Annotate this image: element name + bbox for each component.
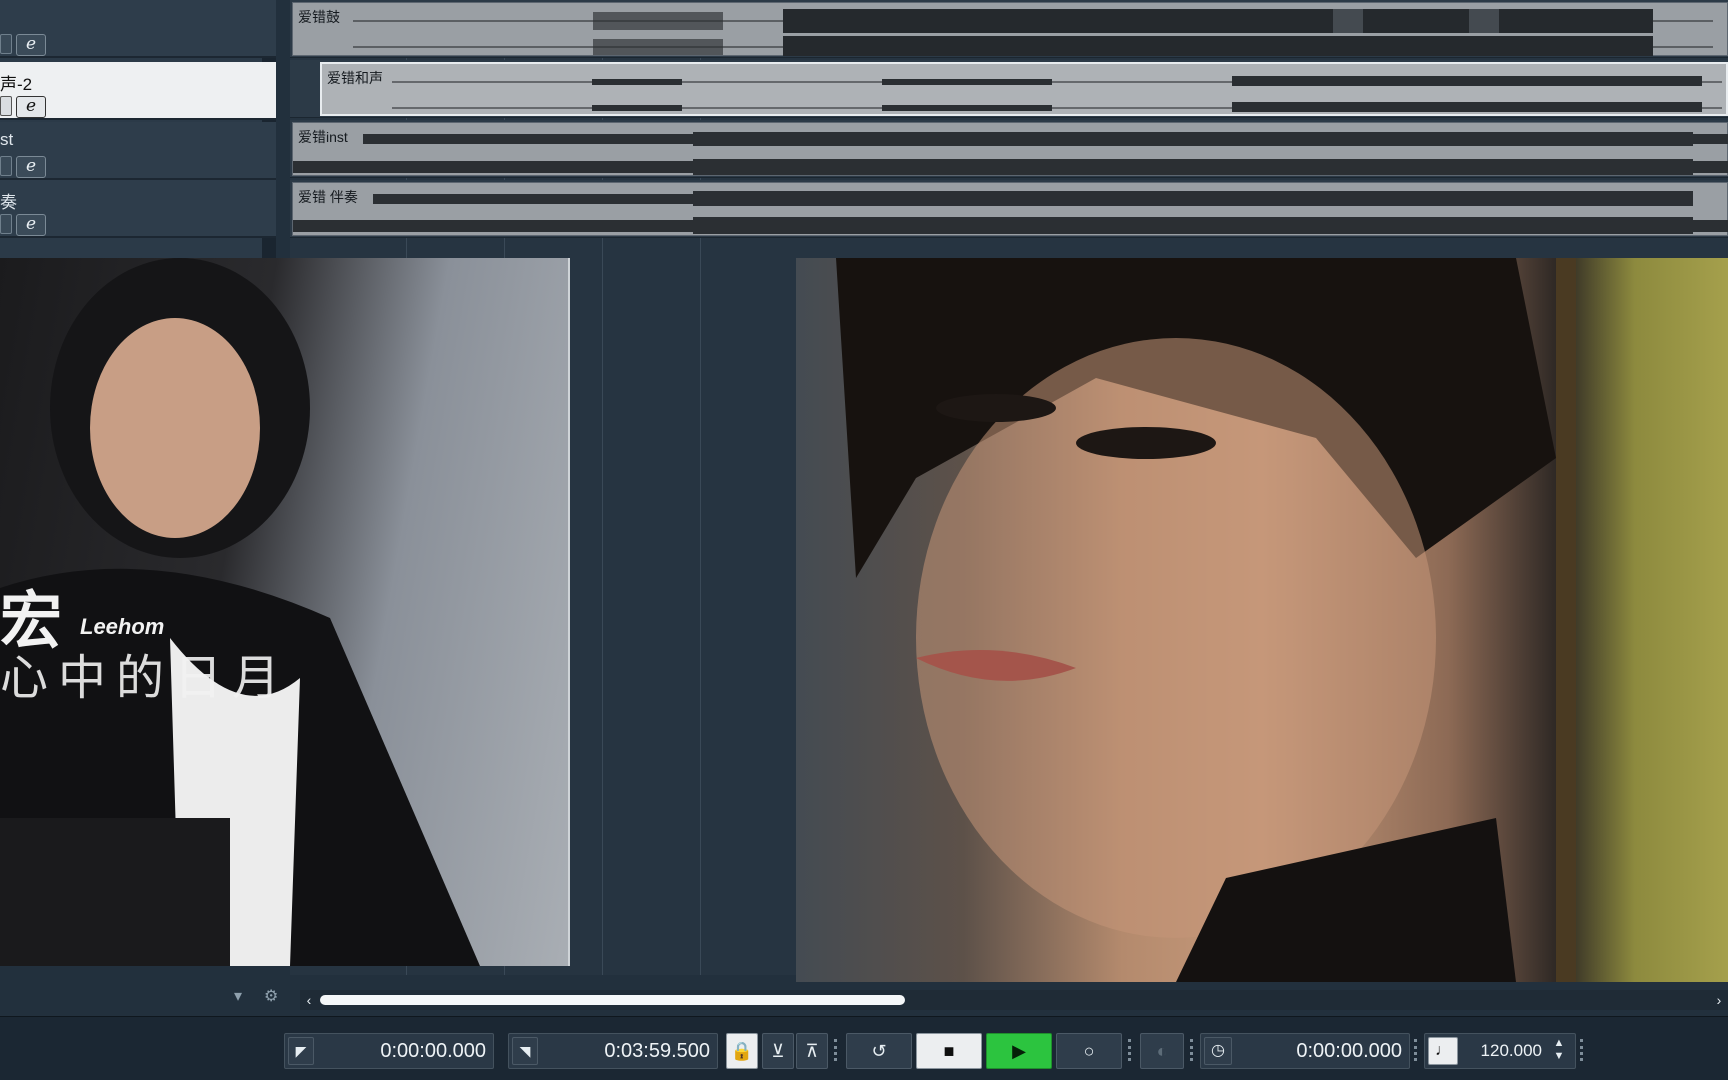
track-header-drums[interactable]: e xyxy=(0,0,276,58)
tempo-icon[interactable]: ♩ xyxy=(1428,1037,1458,1065)
track-buttons: e xyxy=(0,156,46,178)
left-locator-time: 0:00:00.000 xyxy=(380,1040,486,1062)
track-name: 声-2 xyxy=(0,75,33,94)
track-buttons: e xyxy=(0,96,46,118)
scroll-left-arrow-icon[interactable]: ‹ xyxy=(300,990,318,1010)
track-name: st xyxy=(0,130,14,149)
edit-button[interactable]: e xyxy=(16,96,46,118)
auto-return-icon[interactable]: ◐ xyxy=(1140,1033,1184,1069)
audio-clip[interactable]: 爱错鼓 xyxy=(292,2,1728,56)
clip-name: 爱错和声 xyxy=(327,70,383,86)
track-toggle-button[interactable] xyxy=(0,34,12,54)
track-toggle-button[interactable] xyxy=(0,156,12,176)
track-list: e 声-2 e st e 奏 e xyxy=(0,0,276,258)
right-locator-icon[interactable]: ◥ xyxy=(512,1037,538,1065)
scroll-right-arrow-icon[interactable]: › xyxy=(1710,990,1728,1010)
grip-handle[interactable] xyxy=(1128,1039,1131,1061)
lock-icon[interactable]: 🔒 xyxy=(726,1033,758,1069)
track-header-harmony[interactable]: 声-2 e xyxy=(0,62,276,120)
waveform xyxy=(392,76,1722,112)
clip-name: 爱错 伴奏 xyxy=(298,189,358,205)
waveform xyxy=(293,191,1728,234)
edit-button[interactable]: e xyxy=(16,214,46,236)
album-title: 心中的日月 xyxy=(0,650,291,706)
right-locator-time: 0:03:59.500 xyxy=(604,1040,710,1062)
audio-clip[interactable]: 爱错 伴奏 xyxy=(292,182,1728,236)
edit-button[interactable]: e xyxy=(16,34,46,56)
punch-in-icon[interactable]: ⊻ xyxy=(762,1033,794,1069)
dropdown-arrow-icon[interactable]: ▾ xyxy=(234,986,242,1006)
stop-icon[interactable]: ■ xyxy=(916,1033,982,1069)
track-toggle-button[interactable] xyxy=(0,214,12,234)
punch-out-icon[interactable]: ⊼ xyxy=(796,1033,828,1069)
horizontal-scrollbar[interactable]: ‹ › xyxy=(300,990,1728,1010)
clip-name: 爱错鼓 xyxy=(298,9,340,25)
corner-tools: ▾ ⚙ xyxy=(230,986,290,1010)
transport-bar: ◤ 0:00:00.000 ◥ 0:03:59.500 🔒 ⊻ ⊼ ↺ ■ ▶ … xyxy=(0,1016,1728,1080)
track-header-inst[interactable]: st e xyxy=(0,122,276,180)
edit-button[interactable]: e xyxy=(16,156,46,178)
play-icon[interactable]: ▶ xyxy=(986,1033,1052,1069)
track-name: 奏 xyxy=(0,193,17,212)
portrait-illustration xyxy=(836,258,1576,982)
daw-window: e 声-2 e st e 奏 e 爱错鼓 爱错和声 爱错inst 爱错 伴奏 宏… xyxy=(0,0,1728,1080)
loop-icon[interactable]: ↺ xyxy=(846,1033,912,1069)
artist-portrait-photo xyxy=(796,258,1728,982)
track-buttons: e xyxy=(0,214,46,236)
record-icon[interactable]: ○ xyxy=(1056,1033,1122,1069)
grip-handle[interactable] xyxy=(1190,1039,1193,1061)
portrait-illustration xyxy=(0,258,480,966)
audio-clip[interactable]: 爱错inst xyxy=(292,122,1728,176)
scroll-thumb[interactable] xyxy=(320,995,905,1005)
waveform xyxy=(293,132,1728,175)
artist-english-title: Leehom xyxy=(80,614,165,639)
gear-icon[interactable]: ⚙ xyxy=(264,986,278,1006)
track-toggle-button[interactable] xyxy=(0,96,12,116)
album-cover-photo: 宏 Leehom 心中的日月 xyxy=(0,258,570,966)
tempo-stepper-icon[interactable]: ▲ ▼ xyxy=(1548,1037,1570,1065)
time-display-value: 0:00:00.000 xyxy=(1296,1040,1402,1062)
clip-name: 爱错inst xyxy=(298,129,348,145)
clock-icon[interactable]: ◷ xyxy=(1204,1037,1232,1065)
waveform xyxy=(353,9,1713,56)
audio-clip-selected[interactable]: 爱错和声 xyxy=(320,62,1728,116)
grip-handle[interactable] xyxy=(1414,1039,1417,1061)
grip-handle[interactable] xyxy=(1580,1039,1583,1061)
track-header-accompaniment[interactable]: 奏 e xyxy=(0,180,276,238)
track-buttons: e xyxy=(0,34,46,56)
tempo-value: 120.000 xyxy=(1480,1041,1542,1060)
grip-handle[interactable] xyxy=(834,1039,837,1061)
left-locator-icon[interactable]: ◤ xyxy=(288,1037,314,1065)
